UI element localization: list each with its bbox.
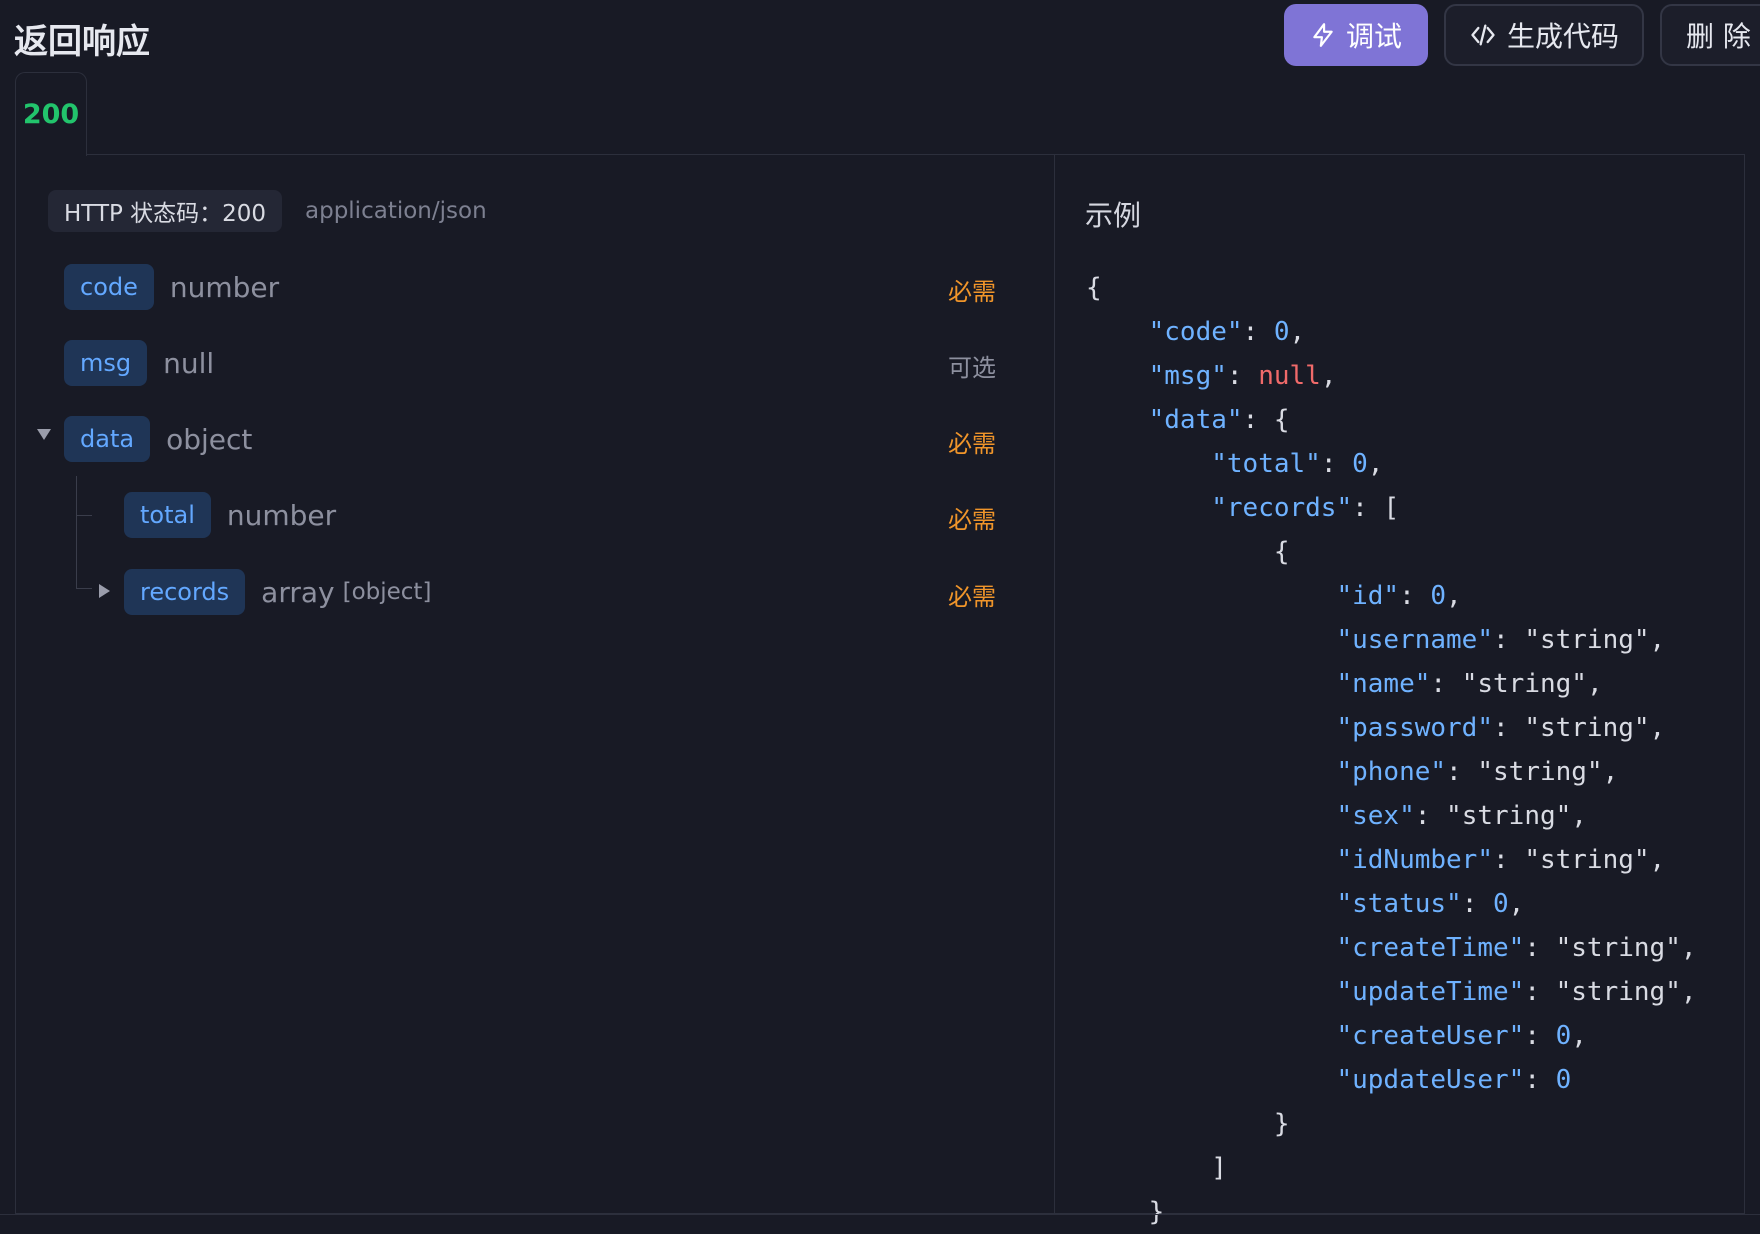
json-value: "string" bbox=[1446, 801, 1572, 831]
field-type: number bbox=[226, 498, 337, 532]
field-row-total: total number bbox=[124, 492, 336, 538]
tree-line bbox=[76, 476, 77, 588]
json-key: sex bbox=[1352, 801, 1400, 831]
required-label: 必需 bbox=[948, 278, 996, 306]
field-name: msg bbox=[64, 340, 148, 386]
required-label: 必需 bbox=[948, 583, 996, 611]
json-value: 0 bbox=[1352, 449, 1368, 479]
json-value: 0 bbox=[1555, 1065, 1572, 1095]
collapse-caret-icon[interactable] bbox=[37, 429, 51, 440]
json-value: 0 bbox=[1430, 581, 1447, 611]
json-value: 0 bbox=[1493, 889, 1509, 919]
field-row-msg: msg null bbox=[64, 340, 214, 386]
code-line: "status": 0, bbox=[1336, 889, 1525, 919]
expand-caret-icon[interactable] bbox=[99, 584, 110, 598]
code-line: "total": 0, bbox=[1211, 449, 1384, 479]
field-type: object bbox=[166, 422, 253, 456]
delete-button-label: 删 除 bbox=[1686, 20, 1751, 53]
json-key: msg bbox=[1164, 361, 1212, 391]
json-value: "string" bbox=[1524, 845, 1650, 875]
code-line: "msg": null, bbox=[1148, 361, 1337, 391]
json-key: username bbox=[1352, 625, 1478, 655]
optional-label: 可选 bbox=[948, 354, 996, 382]
json-value: 0 bbox=[1273, 317, 1290, 347]
tree-line bbox=[76, 588, 92, 589]
code-line: "createUser": 0, bbox=[1336, 1021, 1587, 1051]
json-key: data bbox=[1164, 405, 1227, 435]
code-line: } bbox=[1273, 1109, 1290, 1139]
field-name: records bbox=[124, 569, 246, 615]
code-line: "sex": "string", bbox=[1336, 801, 1587, 831]
tab-status-200[interactable]: 200 bbox=[15, 72, 87, 156]
json-value: "string" bbox=[1555, 977, 1681, 1007]
generate-code-button-label: 生成代码 bbox=[1506, 20, 1619, 53]
required-label: 必需 bbox=[948, 506, 996, 534]
json-key: records bbox=[1226, 493, 1337, 523]
panel-divider bbox=[1054, 154, 1055, 1214]
field-row-data: data object bbox=[64, 416, 252, 462]
field-name: data bbox=[64, 416, 151, 462]
generate-code-button[interactable]: 生成代码 bbox=[1444, 4, 1644, 66]
json-key: updateTime bbox=[1352, 977, 1509, 1007]
code-line: "records": [ bbox=[1211, 493, 1400, 523]
debug-button[interactable]: 调试 bbox=[1284, 4, 1428, 66]
json-key: createUser bbox=[1352, 1021, 1509, 1051]
json-key: code bbox=[1164, 317, 1227, 347]
code-line: "code": 0, bbox=[1148, 317, 1306, 347]
required-label: 必需 bbox=[948, 430, 996, 458]
field-type: number bbox=[169, 270, 280, 304]
field-row-records: records array [object] bbox=[124, 569, 431, 615]
http-status-badge: HTTP 状态码：200 bbox=[48, 190, 283, 232]
code-line: { bbox=[1273, 537, 1290, 567]
lightning-icon bbox=[1310, 21, 1336, 49]
json-value: "string" bbox=[1477, 757, 1603, 787]
code-line: "createTime": "string", bbox=[1336, 933, 1697, 963]
field-subtype: [object] bbox=[342, 579, 432, 605]
field-type: array bbox=[261, 575, 335, 609]
code-line: "updateUser": 0 bbox=[1336, 1065, 1572, 1095]
json-key: createTime bbox=[1352, 933, 1509, 963]
code-line: } bbox=[1148, 1197, 1165, 1227]
delete-button[interactable]: 删 除 bbox=[1660, 4, 1760, 66]
page-title: 返回响应 bbox=[14, 22, 150, 62]
field-row-code: code number bbox=[64, 264, 279, 310]
json-value: { bbox=[1273, 405, 1290, 435]
json-value: 0 bbox=[1555, 1021, 1572, 1051]
code-line: "name": "string", bbox=[1336, 669, 1603, 699]
json-key: total bbox=[1226, 449, 1306, 479]
debug-button-label: 调试 bbox=[1345, 20, 1402, 53]
code-icon bbox=[1469, 21, 1497, 49]
json-key: status bbox=[1352, 889, 1447, 919]
tab-label: 200 bbox=[22, 99, 80, 130]
example-title: 示例 bbox=[1085, 199, 1142, 232]
json-value: "string" bbox=[1524, 625, 1650, 655]
code-line: "phone": "string", bbox=[1336, 757, 1619, 787]
code-line: "id": 0, bbox=[1336, 581, 1462, 611]
json-key: name bbox=[1352, 669, 1415, 699]
code-line: "idNumber": "string", bbox=[1336, 845, 1666, 875]
field-name: total bbox=[124, 492, 211, 538]
content-type-label: application/json bbox=[305, 198, 487, 224]
field-type: null bbox=[163, 346, 215, 380]
json-value: "string" bbox=[1524, 713, 1650, 743]
json-key: id bbox=[1352, 581, 1384, 611]
field-name: code bbox=[64, 264, 154, 310]
json-key: phone bbox=[1352, 757, 1431, 787]
bottom-border bbox=[0, 1214, 1760, 1215]
json-key: password bbox=[1352, 713, 1478, 743]
code-line: "data": { bbox=[1148, 405, 1290, 435]
code-line: { bbox=[1086, 273, 1102, 303]
json-key: updateUser bbox=[1352, 1065, 1509, 1095]
code-line: "username": "string", bbox=[1336, 625, 1666, 655]
code-line: ] bbox=[1211, 1153, 1227, 1183]
json-value: null bbox=[1258, 361, 1321, 391]
json-example-code: { "code": 0, "msg": null, "data": { "tot… bbox=[1086, 266, 1697, 1234]
json-value: [ bbox=[1383, 493, 1400, 523]
json-value: "string" bbox=[1461, 669, 1587, 699]
json-value: "string" bbox=[1555, 933, 1681, 963]
code-line: "password": "string", bbox=[1336, 713, 1666, 743]
code-line: "updateTime": "string", bbox=[1336, 977, 1697, 1007]
tree-line bbox=[76, 515, 92, 516]
json-key: idNumber bbox=[1352, 845, 1478, 875]
